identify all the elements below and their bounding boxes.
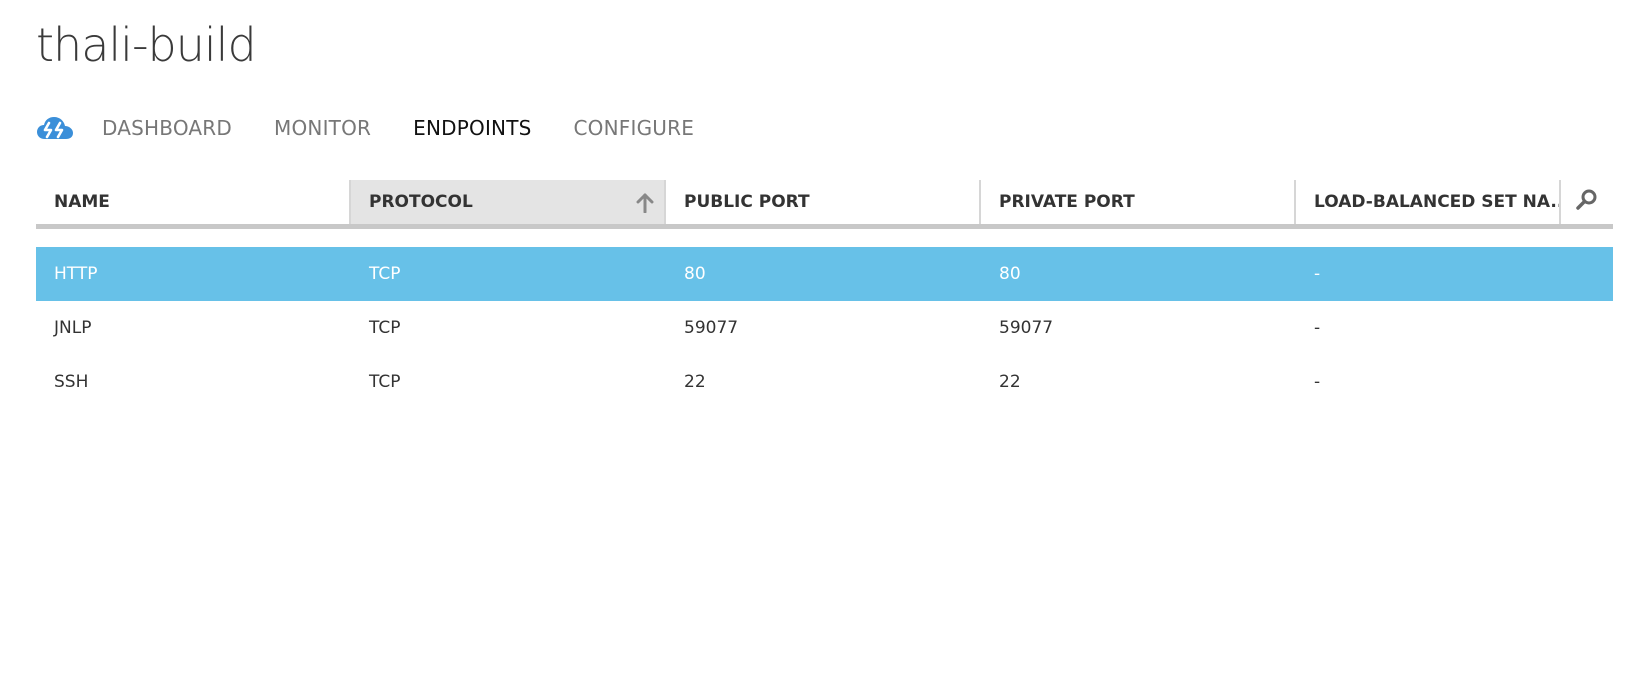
sort-ascending-icon bbox=[636, 193, 654, 214]
cell-load-balanced-set: - bbox=[1314, 264, 1321, 284]
tab-endpoints[interactable]: ENDPOINTS bbox=[413, 116, 531, 140]
search-button[interactable] bbox=[1561, 180, 1613, 224]
cell-load-balanced-set: - bbox=[1314, 318, 1321, 338]
column-header-label: PROTOCOL bbox=[369, 192, 473, 212]
column-header-protocol[interactable]: PROTOCOL bbox=[351, 180, 666, 224]
column-header-private-port[interactable]: PRIVATE PORT bbox=[981, 180, 1296, 224]
column-header-public-port[interactable]: PUBLIC PORT bbox=[666, 180, 981, 224]
cell-private-port: 59077 bbox=[999, 318, 1054, 338]
cell-name: JNLP bbox=[54, 318, 92, 338]
tab-dashboard[interactable]: DASHBOARD bbox=[102, 116, 232, 140]
cell-name: HTTP bbox=[54, 264, 98, 284]
cell-private-port: 80 bbox=[999, 264, 1021, 284]
search-icon bbox=[1575, 188, 1599, 217]
cell-public-port: 59077 bbox=[684, 318, 739, 338]
column-header-name[interactable]: NAME bbox=[36, 180, 351, 224]
cell-private-port: 22 bbox=[999, 372, 1021, 392]
cloud-service-icon bbox=[36, 113, 74, 143]
tab-monitor[interactable]: MONITOR bbox=[274, 116, 371, 140]
cell-protocol: TCP bbox=[369, 318, 401, 338]
table-row[interactable]: SSH TCP 22 22 - bbox=[36, 355, 1613, 409]
column-header-label: NAME bbox=[54, 192, 110, 212]
cell-load-balanced-set: - bbox=[1314, 372, 1321, 392]
column-header-label: LOAD-BALANCED SET NA... bbox=[1314, 192, 1561, 212]
cell-protocol: TCP bbox=[369, 264, 401, 284]
column-header-load-balanced-set[interactable]: LOAD-BALANCED SET NA... bbox=[1296, 180, 1561, 224]
column-header-label: PUBLIC PORT bbox=[684, 192, 810, 212]
cell-public-port: 80 bbox=[684, 264, 706, 284]
table-row[interactable]: HTTP TCP 80 80 - bbox=[36, 247, 1613, 301]
column-header-label: PRIVATE PORT bbox=[999, 192, 1135, 212]
nav-bar: DASHBOARD MONITOR ENDPOINTS CONFIGURE bbox=[36, 108, 736, 148]
endpoints-page: thali-build DASHBOARD MONITOR ENDPOINTS … bbox=[0, 0, 1635, 680]
endpoints-table: NAME PROTOCOL PUBLIC PORT PRIVATE PORT L… bbox=[36, 180, 1613, 409]
tab-configure[interactable]: CONFIGURE bbox=[574, 116, 695, 140]
table-header: NAME PROTOCOL PUBLIC PORT PRIVATE PORT L… bbox=[36, 180, 1613, 229]
page-title: thali-build bbox=[36, 18, 257, 72]
table-body: HTTP TCP 80 80 - JNLP TCP 59077 59077 - … bbox=[36, 247, 1613, 409]
cell-name: SSH bbox=[54, 372, 89, 392]
table-row[interactable]: JNLP TCP 59077 59077 - bbox=[36, 301, 1613, 355]
cell-public-port: 22 bbox=[684, 372, 706, 392]
cell-protocol: TCP bbox=[369, 372, 401, 392]
